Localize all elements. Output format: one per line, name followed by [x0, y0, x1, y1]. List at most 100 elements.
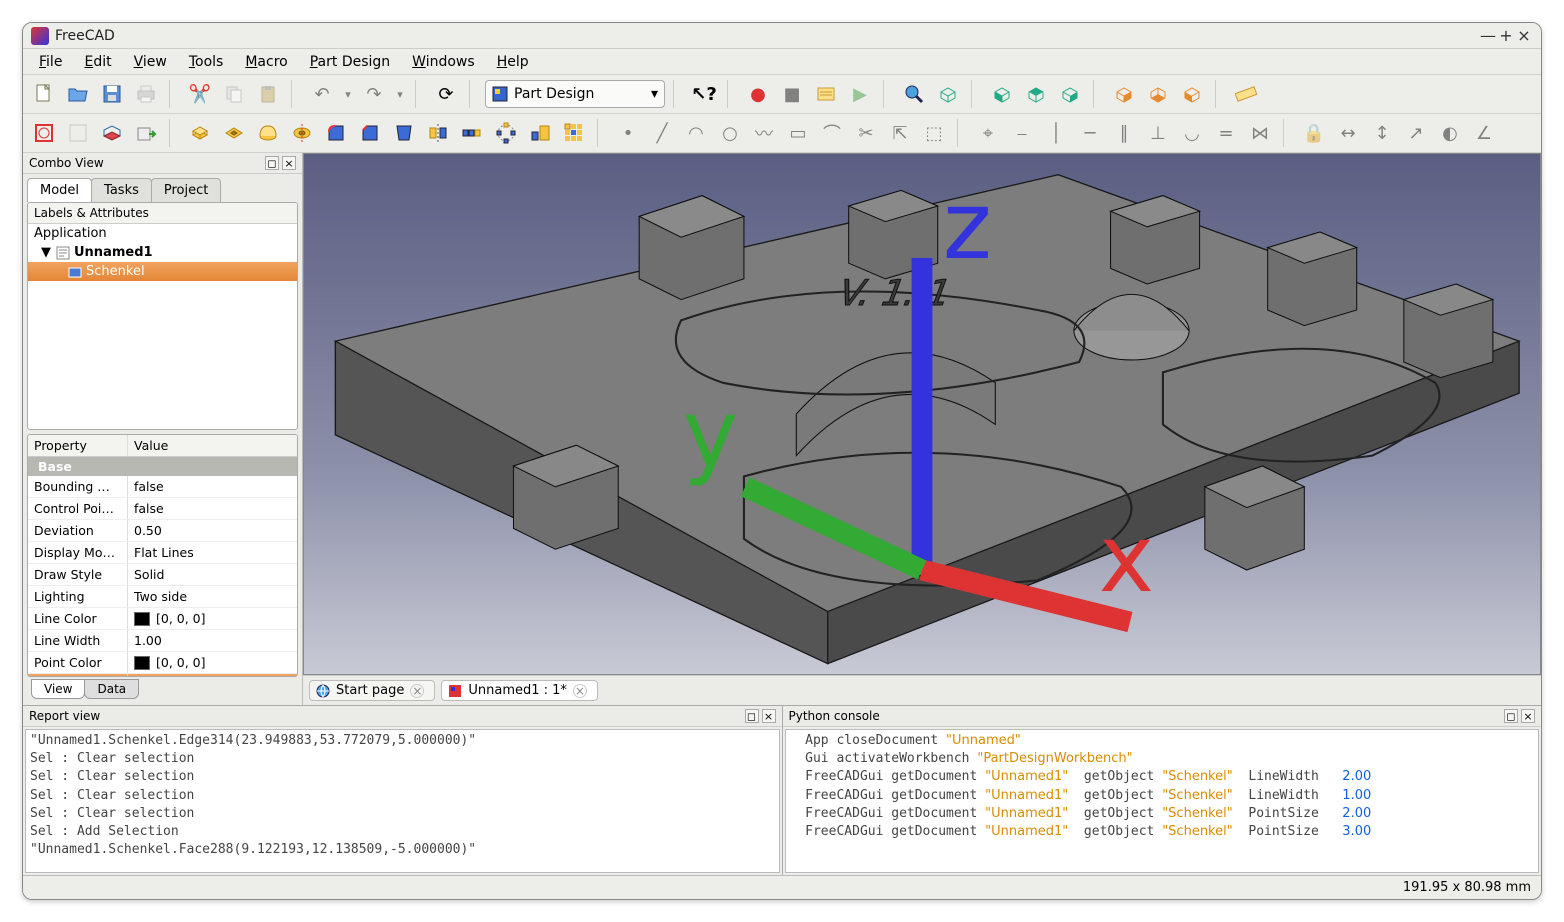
sketch-map-icon[interactable] — [97, 118, 127, 148]
freecad-icon — [448, 684, 462, 698]
paste-icon — [253, 79, 283, 109]
open-file-icon[interactable] — [63, 79, 93, 109]
workbench-selector[interactable]: Part Design ▾ — [485, 80, 665, 108]
close-button[interactable]: × — [1515, 26, 1533, 45]
sk-arc-icon: ◠ — [681, 118, 711, 148]
redo-dropdown-icon: ▾ — [393, 79, 407, 109]
doc-tab[interactable]: Unnamed1 : 1*× — [441, 680, 598, 701]
status-dimensions: 191.95 x 80.98 mm — [1403, 880, 1531, 895]
prop-tab-data[interactable]: Data — [84, 679, 139, 699]
color-swatch — [134, 612, 150, 626]
tree-item-selected[interactable]: Schenkel — [28, 262, 297, 281]
model-tree[interactable]: Labels & Attributes Application ▼ Unname… — [27, 202, 298, 430]
c-radius-icon: ◐ — [1435, 118, 1465, 148]
statusbar: 191.95 x 80.98 mm — [23, 875, 1541, 899]
prop-row[interactable]: Display Mo…Flat Lines — [28, 542, 297, 564]
maximize-button[interactable]: + — [1497, 26, 1515, 45]
zoom-fit-icon[interactable] — [899, 79, 929, 109]
sketch-new-icon[interactable] — [29, 118, 59, 148]
copy-icon — [219, 79, 249, 109]
chamfer-icon[interactable] — [355, 118, 385, 148]
panel-close-icon[interactable]: × — [282, 156, 296, 170]
menu-help[interactable]: Help — [487, 52, 539, 72]
panel-float-icon[interactable]: ◻ — [265, 156, 279, 170]
scaled-icon[interactable] — [525, 118, 555, 148]
view-bottom-icon[interactable] — [1143, 79, 1173, 109]
menu-part-design[interactable]: Part Design — [300, 52, 400, 72]
linear-pattern-icon[interactable] — [457, 118, 487, 148]
mirror-icon[interactable] — [423, 118, 453, 148]
view-axo-icon[interactable] — [933, 79, 963, 109]
c-lock-icon: 🔒 — [1299, 118, 1329, 148]
c-perp-icon: ⊥ — [1143, 118, 1173, 148]
prop-row[interactable]: Line Color[0, 0, 0] — [28, 608, 297, 630]
polar-pattern-icon[interactable] — [491, 118, 521, 148]
run-macro-icon: ▶ — [845, 79, 875, 109]
tab-close-icon[interactable]: × — [410, 684, 424, 698]
record-macro-icon[interactable]: ● — [743, 79, 773, 109]
sketch-leave-icon[interactable] — [131, 118, 161, 148]
fillet-icon[interactable] — [321, 118, 351, 148]
menu-view[interactable]: View — [124, 52, 177, 72]
view-rear-icon[interactable] — [1109, 79, 1139, 109]
prop-row[interactable]: LightingTwo side — [28, 586, 297, 608]
tree-header: Labels & Attributes — [28, 203, 297, 224]
multitransform-icon[interactable] — [559, 118, 589, 148]
axis-gizmo: z x y — [304, 154, 1540, 674]
view-left-icon[interactable] — [1177, 79, 1207, 109]
python-console-content[interactable]: App closeDocument "Unnamed" Gui activate… — [785, 729, 1540, 873]
view-right-icon[interactable] — [1055, 79, 1085, 109]
combo-tab-project[interactable]: Project — [151, 178, 221, 202]
report-view-content[interactable]: "Unnamed1.Schenkel.Edge314(23.949883,53.… — [25, 729, 780, 873]
c-coincident-icon: ⌖ — [973, 118, 1003, 148]
prop-row[interactable]: Line Width1.00 — [28, 630, 297, 652]
panel-close-icon[interactable]: × — [1521, 709, 1535, 723]
prop-row[interactable]: Deviation0.50 — [28, 520, 297, 542]
combo-tab-model[interactable]: Model — [27, 178, 92, 202]
menu-edit[interactable]: Edit — [74, 52, 121, 72]
c-horizontal-icon: ─ — [1075, 118, 1105, 148]
sk-polyline-icon: 〰 — [749, 118, 779, 148]
tab-close-icon[interactable]: × — [573, 684, 587, 698]
cut-icon[interactable]: ✂️ — [185, 79, 215, 109]
panel-float-icon[interactable]: ◻ — [745, 709, 759, 723]
prop-tab-view[interactable]: View — [31, 679, 85, 699]
app-window: FreeCAD — + × FileEditViewToolsMacroPart… — [22, 22, 1542, 900]
stop-macro-icon: ■ — [777, 79, 807, 109]
view-top-icon[interactable] — [1021, 79, 1051, 109]
menu-windows[interactable]: Windows — [402, 52, 485, 72]
measure-icon[interactable] — [1231, 79, 1261, 109]
groove-icon[interactable] — [287, 118, 317, 148]
new-file-icon[interactable] — [29, 79, 59, 109]
tree-root[interactable]: Application — [28, 224, 297, 243]
toolbar-primary: ✂️ ↶ ▾ ↷ ▾ ⟳ Part Design ▾ ↖? ● ■ ▶ — [23, 75, 1541, 114]
refresh-icon[interactable]: ⟳ — [431, 79, 461, 109]
c-tangent-icon: ◡ — [1177, 118, 1207, 148]
pad-icon[interactable] — [185, 118, 215, 148]
undo-dropdown-icon: ▾ — [341, 79, 355, 109]
prop-row[interactable]: Point Color[0, 0, 0] — [28, 652, 297, 674]
doc-tab[interactable]: Start page× — [309, 680, 435, 701]
globe-icon — [316, 684, 330, 698]
whats-this-icon[interactable]: ↖? — [689, 79, 719, 109]
revolve-icon[interactable] — [253, 118, 283, 148]
tree-doc[interactable]: ▼ Unnamed1 — [28, 243, 297, 262]
prop-row[interactable]: Draw StyleSolid — [28, 564, 297, 586]
panel-float-icon[interactable]: ◻ — [1504, 709, 1518, 723]
menu-file[interactable]: File — [29, 52, 72, 72]
pocket-icon[interactable] — [219, 118, 249, 148]
menu-tools[interactable]: Tools — [179, 52, 234, 72]
macros-icon[interactable] — [811, 79, 841, 109]
view-front-icon[interactable] — [987, 79, 1017, 109]
draft-icon[interactable] — [389, 118, 419, 148]
prop-row[interactable]: Control Poi…false — [28, 498, 297, 520]
tree-expand-icon[interactable]: ▼ — [40, 245, 52, 260]
3d-viewport[interactable]: V. 1. 1 z x y — [303, 153, 1541, 675]
property-table[interactable]: Property Value Base Bounding …falseContr… — [27, 434, 298, 677]
combo-tab-tasks[interactable]: Tasks — [91, 178, 152, 202]
minimize-button[interactable]: — — [1479, 26, 1497, 45]
menu-macro[interactable]: Macro — [235, 52, 297, 72]
prop-row[interactable]: Bounding …false — [28, 476, 297, 498]
panel-close-icon[interactable]: × — [762, 709, 776, 723]
save-file-icon[interactable] — [97, 79, 127, 109]
